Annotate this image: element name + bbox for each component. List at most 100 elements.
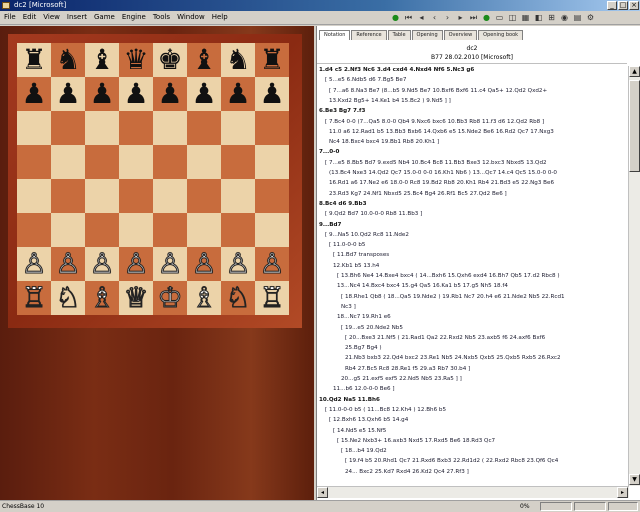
white-piece-icon[interactable]: ♙	[21, 247, 47, 281]
menu-item-help[interactable]: Help	[212, 13, 228, 21]
square-e6[interactable]	[153, 111, 187, 145]
variation-line[interactable]: [ 20...Bxe3 21.Nf5 ( 21.Rad1 Qa2 22.Rxd2…	[345, 334, 545, 343]
black-piece-icon[interactable]: ♟	[191, 77, 216, 111]
menu-item-game[interactable]: Game	[94, 13, 115, 21]
square-a5[interactable]	[17, 145, 51, 179]
tab-table[interactable]: Table	[387, 30, 411, 40]
square-e8[interactable]: ♚	[153, 43, 187, 77]
scroll-up-icon[interactable]: ▲	[629, 66, 640, 77]
black-piece-icon[interactable]: ♟	[157, 77, 182, 111]
menu-item-engine[interactable]: Engine	[122, 13, 146, 21]
maximize-button[interactable]: □	[618, 1, 628, 10]
square-e4[interactable]	[153, 179, 187, 213]
variation-line[interactable]: [ 7...a6 8.Na3 Be7 (8...b5 9.Nd5 Be7 10.…	[329, 87, 547, 96]
square-b5[interactable]	[51, 145, 85, 179]
white-piece-icon[interactable]: ♖	[259, 281, 285, 315]
menu-item-window[interactable]: Window	[177, 13, 205, 21]
forward-step-icon[interactable]: ›	[442, 12, 453, 23]
variation-line[interactable]: Nc3 ]	[341, 303, 356, 312]
black-piece-icon[interactable]: ♟	[21, 77, 46, 111]
black-piece-icon[interactable]: ♞	[55, 43, 80, 77]
square-d8[interactable]: ♛	[119, 43, 153, 77]
white-piece-icon[interactable]: ♙	[89, 247, 115, 281]
square-h4[interactable]	[255, 179, 289, 213]
square-b8[interactable]: ♞	[51, 43, 85, 77]
square-f3[interactable]	[187, 213, 221, 247]
black-piece-icon[interactable]: ♜	[21, 43, 46, 77]
square-a7[interactable]: ♟	[17, 77, 51, 111]
square-h1[interactable]: ♖	[255, 281, 289, 315]
square-b4[interactable]	[51, 179, 85, 213]
square-e5[interactable]	[153, 145, 187, 179]
white-piece-icon[interactable]: ♙	[191, 247, 217, 281]
menu-item-insert[interactable]: Insert	[67, 13, 87, 21]
tab-opening[interactable]: Opening	[411, 30, 443, 40]
white-piece-icon[interactable]: ♘	[55, 281, 81, 315]
back-icon[interactable]: ◂	[416, 12, 427, 23]
square-h6[interactable]	[255, 111, 289, 145]
square-d1[interactable]: ♕	[119, 281, 153, 315]
square-b3[interactable]	[51, 213, 85, 247]
square-b2[interactable]: ♙	[51, 247, 85, 281]
variation-line[interactable]: [ 19...e5 20.Nde2 Nb5	[341, 324, 403, 333]
variation-line[interactable]: 24... Bxc2 25.Kd7 Rxd4 26.Kd2 Qc4 27.Rf3…	[345, 468, 469, 477]
square-g7[interactable]: ♟	[221, 77, 255, 111]
white-piece-icon[interactable]: ♙	[123, 247, 149, 281]
black-piece-icon[interactable]: ♜	[259, 43, 284, 77]
main-line[interactable]: 9...Bd7	[319, 221, 341, 230]
menu-item-file[interactable]: File	[4, 13, 16, 21]
square-c3[interactable]	[85, 213, 119, 247]
scroll-right-icon[interactable]: ▸	[617, 487, 628, 498]
square-g1[interactable]: ♘	[221, 281, 255, 315]
vertical-scrollbar[interactable]: ▲ ▼	[628, 66, 640, 486]
black-piece-icon[interactable]: ♚	[157, 43, 182, 77]
square-c6[interactable]	[85, 111, 119, 145]
tool-icon-6[interactable]: ◉	[559, 12, 570, 23]
tool-icon-8[interactable]: ⚙	[585, 12, 596, 23]
square-d6[interactable]	[119, 111, 153, 145]
square-g8[interactable]: ♞	[221, 43, 255, 77]
black-piece-icon[interactable]: ♟	[89, 77, 114, 111]
back-step-icon[interactable]: ‹	[429, 12, 440, 23]
variation-line[interactable]: Rb4 27.Bc5 Rc8 28.Re1 f5 29.a3 Rb7 30.b4…	[345, 365, 470, 374]
green-go-icon[interactable]: ●	[481, 12, 492, 23]
white-piece-icon[interactable]: ♙	[225, 247, 251, 281]
menu-item-view[interactable]: View	[43, 13, 60, 21]
tab-reference[interactable]: Reference	[351, 30, 387, 40]
move-list[interactable]: 1.d4 c5 2.Nf3 Nc6 3.d4 cxd4 4.Nxd4 Nf6 5…	[317, 66, 621, 484]
white-piece-icon[interactable]: ♗	[89, 281, 115, 315]
variation-line[interactable]: 13...Nc4 14.Bxc4 bxc4 15.g4 Qa5 16.Ka1 b…	[337, 282, 508, 291]
variation-line[interactable]: [ 18.Rhe1 Qb8 ( 18...Qa5 19.Nde2 ) 19.Rb…	[341, 293, 565, 302]
black-piece-icon[interactable]: ♟	[259, 77, 284, 111]
square-e2[interactable]: ♙	[153, 247, 187, 281]
variation-line[interactable]: [ 11.Bd7 transposes	[333, 251, 389, 260]
variation-line[interactable]: [ 5...e5 6.Ndb5 d6 7.Bg5 Be7	[325, 76, 406, 85]
chess-board[interactable]: ♜ ♞ ♝ ♛ ♚ ♝ ♞ ♜ ♟ ♟ ♟ ♟ ♟ ♟ ♟ ♟ ♙ ♙ ♙ ♙ ♙ ♙ ♙ ♙ ♖ ♘ ♗ ♕ ♔ ♗ ♘ ♖	[17, 43, 289, 315]
square-d2[interactable]: ♙	[119, 247, 153, 281]
square-g6[interactable]	[221, 111, 255, 145]
square-c4[interactable]	[85, 179, 119, 213]
square-a4[interactable]	[17, 179, 51, 213]
tab-overview[interactable]: Overview	[443, 30, 478, 40]
main-line[interactable]: 6.Be3 Bg7 7.f3	[319, 107, 365, 116]
square-c2[interactable]: ♙	[85, 247, 119, 281]
square-g2[interactable]: ♙	[221, 247, 255, 281]
variation-line[interactable]: [ 11.0-0-0 b5 ( 11...Bc8 12.Kh4 ) 12.Bh6…	[325, 406, 446, 415]
square-g5[interactable]	[221, 145, 255, 179]
square-f1[interactable]: ♗	[187, 281, 221, 315]
square-f4[interactable]	[187, 179, 221, 213]
square-c7[interactable]: ♟	[85, 77, 119, 111]
white-piece-icon[interactable]: ♙	[55, 247, 81, 281]
square-h7[interactable]: ♟	[255, 77, 289, 111]
variation-line[interactable]: (13.Bc4 Nxe3 14.Qd2 Qc7 15.0-0 0-0 16.Kh…	[329, 169, 557, 178]
square-h5[interactable]	[255, 145, 289, 179]
black-piece-icon[interactable]: ♟	[225, 77, 250, 111]
variation-line[interactable]: Nc4 18.Bxc4 bxc4 19.Bb1 Rb8 20.Kh1 ]	[329, 138, 439, 147]
variation-line[interactable]: [ 14.Nd5 e5 15.Nf5	[333, 427, 386, 436]
square-f8[interactable]: ♝	[187, 43, 221, 77]
variation-line[interactable]: 25.Bg7 Bg4 )	[345, 344, 382, 353]
variation-line[interactable]: 13.Kxd2 Bg5+ 14.Ke1 b4 15.Bc2 ) 9.Nd5 ] …	[329, 97, 451, 106]
variation-line[interactable]: [ 19.f4 b5 20.Rhd1 Qc7 21.Rxd6 Bxb3 22.R…	[345, 457, 558, 466]
white-piece-icon[interactable]: ♖	[21, 281, 47, 315]
tool-icon-1[interactable]: ▭	[494, 12, 505, 23]
